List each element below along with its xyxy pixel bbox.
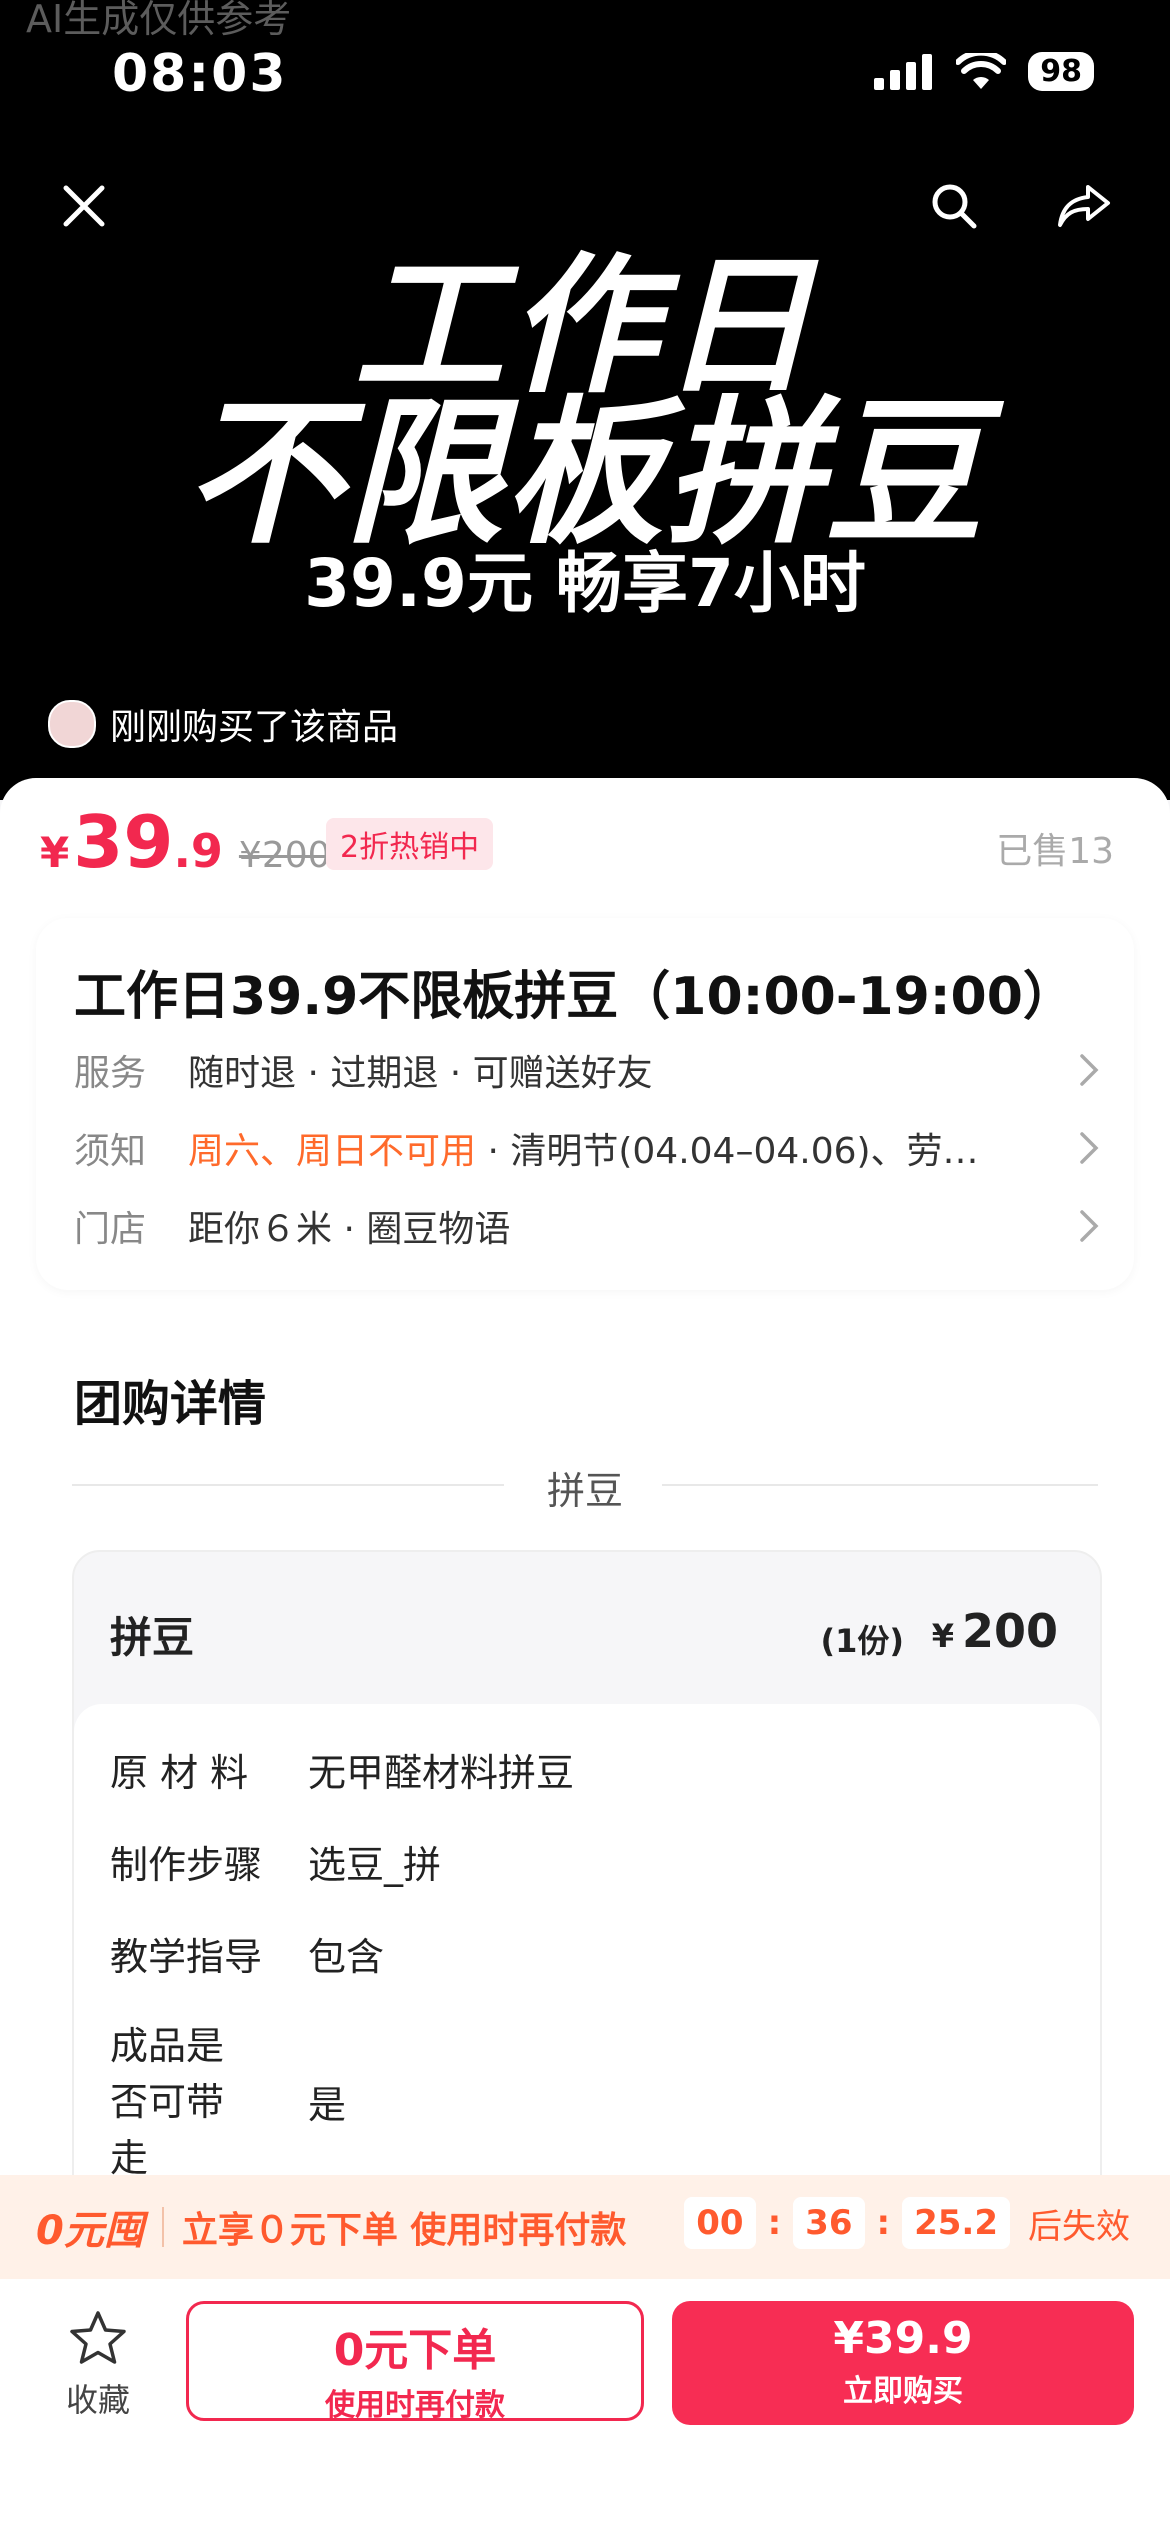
item-key: 教学指导: [110, 1935, 263, 1979]
price-decimal: .9: [173, 824, 223, 878]
zero-order-label: 0元下单: [333, 2325, 497, 2376]
countdown-timer: 00 : 36 : 25.2 后失效: [684, 2197, 1130, 2249]
zero-order-sublabel: 使用时再付款: [325, 2388, 505, 2423]
favorite-label: 收藏: [65, 2381, 130, 2419]
timer-colon: :: [767, 2203, 782, 2243]
ai-watermark: AI生成仅供参考: [26, 0, 292, 41]
package-name: 拼豆: [110, 1613, 195, 1662]
package-price-symbol: ¥: [931, 1617, 954, 1655]
notice-value: 周六、周日不可用 · 清明节(04.04–04.06)、劳…: [188, 1122, 1058, 1174]
notice-warning: 周六、周日不可用: [188, 1131, 477, 1172]
hero-banner: AI生成仅供参考 08:03 98 工作日 不限板拼豆 39.9元 畅享7小时 …: [0, 0, 1170, 800]
buy-now-button[interactable]: ¥39.9 立即购买: [672, 2301, 1134, 2425]
status-time: 08:03: [112, 44, 288, 104]
buy-now-label: 立即购买: [843, 2374, 963, 2409]
zero-yuan-promo-bar[interactable]: 0元囤 立享０元下单 使用时再付款 00 : 36 : 25.2 后失效: [0, 2175, 1170, 2279]
promo-logo: 0元囤: [36, 2208, 144, 2254]
item-key: 原 材 料: [110, 1751, 249, 1795]
notice-detail: · 清明节(04.04–04.06)、劳…: [476, 1131, 979, 1172]
section-label: 拼豆: [546, 1469, 623, 1513]
product-info-card: 工作日39.9不限板拼豆（10:00-19:00） 服务 随时退 · 过期退 ·…: [36, 918, 1134, 1290]
zero-order-button[interactable]: 0元下单 使用时再付款: [186, 2301, 644, 2423]
notice-label: 须知: [74, 1131, 147, 1172]
bottom-action-bar: 收藏 0元下单 使用时再付款 ¥39.9 立即购买: [0, 2279, 1170, 2532]
original-price: ¥200: [238, 835, 331, 876]
timer-seconds: 25.2: [902, 2197, 1010, 2249]
item-key: 制作步骤: [110, 1843, 263, 1887]
store-label: 门店: [74, 1209, 147, 1250]
notice-row[interactable]: 须知 周六、周日不可用 · 清明节(04.04–04.06)、劳…: [74, 1118, 1100, 1178]
service-row[interactable]: 服务 随时退 · 过期退 · 可赠送好友: [74, 1040, 1100, 1100]
discount-badge: 2折热销中: [326, 818, 494, 870]
favorite-button[interactable]: 收藏: [50, 2309, 146, 2421]
service-label: 服务: [74, 1053, 147, 1094]
chevron-right-icon: [1080, 1054, 1099, 1086]
price-integer: 39: [73, 800, 174, 884]
item-value: 无甲醛材料拼豆: [308, 1751, 575, 1795]
recent-buyer-text: 刚刚购买了该商品: [110, 707, 399, 748]
wifi-icon: [956, 52, 1007, 89]
signal-icon: [874, 53, 933, 90]
detail-title: 团购详情: [74, 1376, 267, 1432]
item-value: 选豆_拼: [308, 1843, 442, 1887]
timer-expire-label: 后失效: [1028, 2206, 1130, 2247]
sold-count: 已售13: [996, 831, 1114, 872]
promo-text: 立享０元下单 使用时再付款: [181, 2210, 627, 2251]
hero-subtitle: 39.9元 畅享7小时: [304, 545, 866, 622]
status-icons: 98: [874, 52, 1094, 91]
timer-hours: 00: [684, 2197, 756, 2249]
price: ¥ 39 .9 ¥200: [40, 800, 331, 884]
package-quantity: (1份): [820, 1622, 904, 1660]
recent-buyer-ticker: 刚刚购买了该商品: [48, 698, 398, 750]
item-key: 成品是 否可带 走: [110, 2024, 225, 2180]
battery-indicator: 98: [1028, 52, 1094, 91]
promo-separator: [161, 2207, 164, 2247]
package-price-value: 200: [961, 1604, 1058, 1658]
chevron-right-icon: [1080, 1132, 1099, 1164]
chevron-right-icon: [1080, 1210, 1099, 1242]
item-value: 是: [308, 2083, 347, 2127]
timer-colon: :: [876, 2203, 891, 2243]
store-row[interactable]: 门店 距你６米 · 圈豆物语: [74, 1196, 1100, 1256]
package-price: ¥200: [932, 1604, 1058, 1658]
item-value: 包含: [308, 1935, 385, 1979]
buy-now-price: ¥39.9: [833, 2313, 973, 2364]
service-value: 随时退 · 过期退 · 可赠送好友: [188, 1053, 653, 1094]
product-title: 工作日39.9不限板拼豆（10:00-19:00）: [74, 967, 1075, 1027]
price-currency: ¥: [40, 828, 70, 877]
avatar: [48, 700, 96, 748]
star-icon: [70, 2311, 126, 2364]
store-value: 距你６米 · 圈豆物语: [188, 1209, 511, 1250]
timer-minutes: 36: [793, 2197, 865, 2249]
